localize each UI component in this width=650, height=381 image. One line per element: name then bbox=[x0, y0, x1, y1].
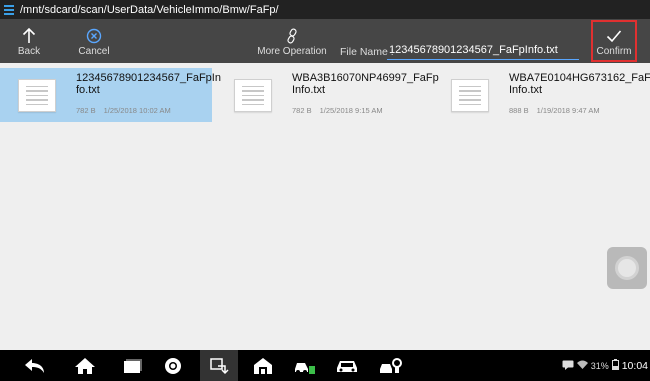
cancel-circle-icon bbox=[86, 26, 102, 46]
cancel-label: Cancel bbox=[78, 45, 110, 57]
floating-assist-button[interactable] bbox=[607, 247, 647, 289]
toolbar: Back Cancel More Operation File Name : C… bbox=[0, 19, 650, 63]
file-name-input[interactable] bbox=[387, 40, 579, 60]
file-save-dialog: /mnt/sdcard/scan/UserData/VehicleImmo/Bm… bbox=[0, 0, 650, 381]
file-item[interactable]: 12345678901234567_FaFpInfo.txt 782 B 1/25… bbox=[0, 68, 221, 122]
system-nav-bar: 31% 10:04 bbox=[0, 350, 650, 381]
car-service-icon[interactable] bbox=[376, 350, 406, 381]
file-date: 1/19/2018 9:47 AM bbox=[536, 106, 600, 115]
file-meta: 782 B 1/25/2018 9:15 AM bbox=[292, 106, 383, 115]
confirm-button[interactable]: Confirm bbox=[591, 20, 637, 62]
file-item[interactable]: WBA7E0104HG673162_FaFpInfo.txt 888 B 1/19… bbox=[433, 68, 650, 122]
path-bar: /mnt/sdcard/scan/UserData/VehicleImmo/Bm… bbox=[0, 0, 650, 19]
car-diagnostics-icon[interactable] bbox=[290, 350, 320, 381]
battery-level: 31% bbox=[590, 360, 609, 371]
file-meta: 888 B 1/19/2018 9:47 AM bbox=[509, 106, 600, 115]
checkmark-icon bbox=[606, 26, 622, 46]
text-file-icon bbox=[18, 79, 56, 112]
back-button[interactable]: Back bbox=[14, 19, 44, 63]
garage-home-icon[interactable] bbox=[248, 350, 278, 381]
file-date: 1/25/2018 10:02 AM bbox=[103, 106, 171, 115]
file-size: 782 B bbox=[292, 106, 312, 115]
assistive-touch-icon bbox=[615, 256, 639, 280]
link-icon bbox=[285, 26, 299, 46]
file-list: 12345678901234567_FaFpInfo.txt 782 B 1/25… bbox=[0, 63, 650, 350]
file-name: WBA7E0104HG673162_FaFpInfo.txt bbox=[509, 72, 650, 96]
file-item[interactable]: WBA3B16070NP46997_FaFpInfo.txt 782 B 1/25… bbox=[216, 68, 439, 122]
wifi-icon bbox=[576, 360, 588, 371]
file-name: 12345678901234567_FaFpInfo.txt bbox=[76, 72, 221, 96]
back-label: Back bbox=[17, 45, 41, 57]
file-name: WBA3B16070NP46997_FaFpInfo.txt bbox=[292, 72, 439, 96]
status-area: 31% 10:04 bbox=[562, 350, 648, 381]
cancel-button[interactable]: Cancel bbox=[74, 19, 114, 63]
recent-apps-icon[interactable] bbox=[118, 350, 148, 381]
confirm-label: Confirm bbox=[596, 45, 632, 57]
file-meta: 782 B 1/25/2018 10:02 AM bbox=[76, 106, 171, 115]
clock: 10:04 bbox=[621, 359, 648, 372]
home-icon[interactable] bbox=[70, 350, 100, 381]
arrow-up-icon bbox=[22, 26, 36, 46]
file-name-label: File Name : bbox=[340, 46, 394, 58]
car-icon[interactable] bbox=[332, 350, 362, 381]
back-arrow-icon[interactable] bbox=[20, 350, 50, 381]
message-icon bbox=[562, 360, 574, 372]
menu-icon[interactable] bbox=[0, 0, 18, 19]
text-file-icon bbox=[234, 79, 272, 112]
screen-capture-icon[interactable] bbox=[200, 350, 238, 381]
file-size: 888 B bbox=[509, 106, 529, 115]
more-operation-button[interactable]: More Operation bbox=[256, 19, 328, 63]
browser-icon[interactable] bbox=[158, 350, 188, 381]
file-size: 782 B bbox=[76, 106, 96, 115]
more-operation-label: More Operation bbox=[257, 45, 327, 57]
text-file-icon bbox=[451, 79, 489, 112]
file-date: 1/25/2018 9:15 AM bbox=[319, 106, 383, 115]
battery-icon bbox=[611, 359, 619, 372]
current-path: /mnt/sdcard/scan/UserData/VehicleImmo/Bm… bbox=[20, 3, 279, 16]
